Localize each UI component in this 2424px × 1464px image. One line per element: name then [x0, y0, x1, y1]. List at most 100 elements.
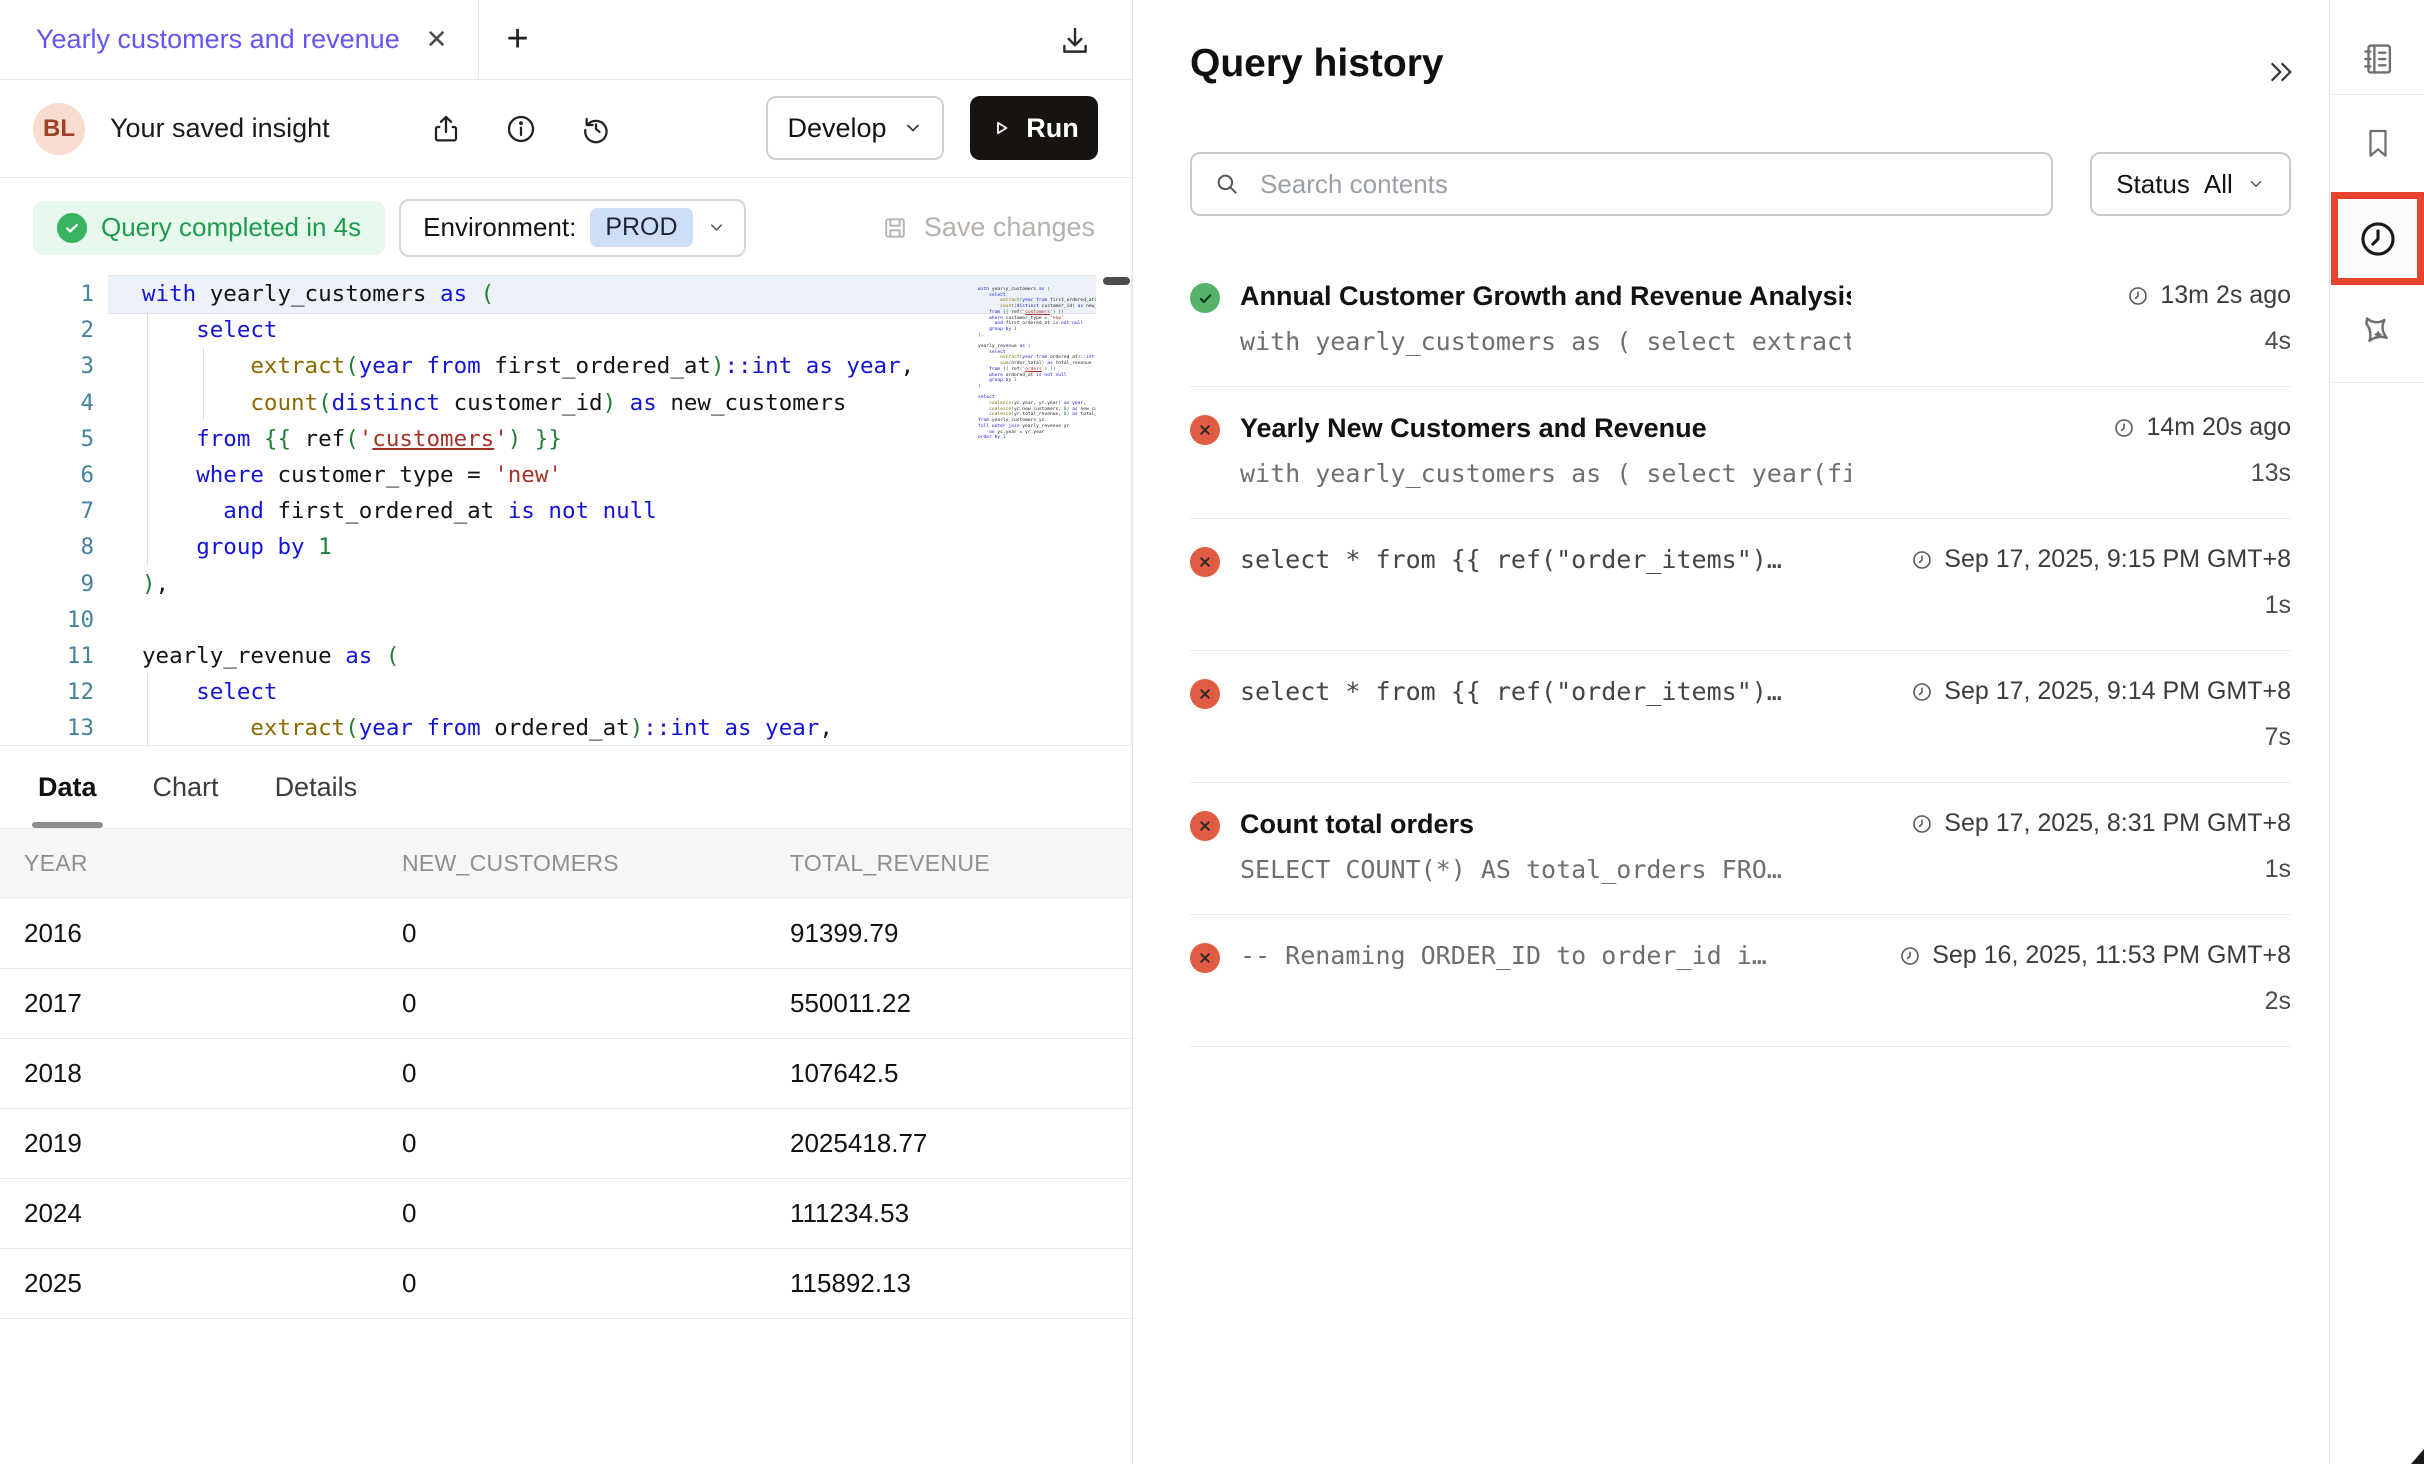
chevron-down-icon	[707, 218, 726, 237]
editor-divider	[1131, 275, 1132, 745]
table-cell: 2018	[24, 1058, 402, 1089]
query-timestamp: Sep 16, 2025, 11:53 PM GMT+8	[1871, 941, 2291, 970]
code-line[interactable]: extract(year from first_ordered_at)::int…	[142, 348, 914, 384]
query-duration: 4s	[1871, 327, 2291, 356]
panel-title: Query history	[1190, 42, 1444, 86]
code-line[interactable]: from {{ ref('customers') }}	[142, 421, 914, 457]
query-history-icon-highlighted[interactable]	[2331, 192, 2424, 285]
new-tab-button[interactable]: +	[479, 0, 557, 79]
table-cell: 0	[402, 918, 790, 949]
error-x-icon	[1190, 943, 1220, 973]
search-icon	[1214, 171, 1240, 197]
environment-selector[interactable]: Environment: PROD	[399, 199, 745, 257]
play-icon	[989, 116, 1013, 140]
line-number: 3	[0, 348, 94, 384]
code-line[interactable]	[142, 602, 914, 638]
tab-yearly-customers[interactable]: Yearly customers and revenue ✕	[0, 0, 479, 79]
run-button[interactable]: Run	[970, 96, 1098, 160]
code-line[interactable]: ),	[142, 566, 914, 602]
tab-chart[interactable]: Chart	[153, 746, 219, 828]
tab-title: Yearly customers and revenue	[36, 24, 400, 55]
code-line[interactable]: select	[142, 312, 914, 348]
table-header: YEAR NEW_CUSTOMERS TOTAL_REVENUE	[0, 828, 1132, 898]
code-line[interactable]: with yearly_customers as (	[142, 276, 914, 312]
tab-data[interactable]: Data	[38, 746, 97, 828]
develop-label: Develop	[787, 113, 886, 144]
tab-details[interactable]: Details	[275, 746, 358, 828]
table-row: 20250115892.13	[0, 1249, 1132, 1319]
line-number: 4	[0, 385, 94, 421]
share-icon[interactable]	[430, 113, 462, 145]
code-line[interactable]: select	[142, 674, 914, 710]
query-name: Count total orders	[1240, 809, 1851, 840]
save-changes-label: Save changes	[924, 212, 1095, 243]
column-new-customers: NEW_CUSTOMERS	[402, 850, 790, 877]
status-filter[interactable]: Status All	[2090, 152, 2291, 216]
table-cell: 2024	[24, 1198, 402, 1229]
line-number: 2	[0, 312, 94, 348]
table-cell: 2025418.77	[790, 1128, 1132, 1159]
query-history-item[interactable]: select * from {{ ref("order_items")… Sep…	[1190, 651, 2291, 783]
code-line[interactable]: extract(year from ordered_at)::int as ye…	[142, 710, 914, 745]
check-circle-icon	[57, 213, 87, 243]
search-input[interactable]	[1258, 168, 2029, 201]
table-cell: 111234.53	[790, 1198, 1132, 1229]
clock-icon	[1898, 944, 1922, 968]
line-number: 9	[0, 566, 94, 602]
query-duration: 7s	[1871, 723, 2291, 752]
table-row: 20170550011.22	[0, 969, 1132, 1039]
tab-close-icon[interactable]: ✕	[426, 24, 448, 55]
code-line[interactable]: group by 1	[142, 529, 914, 565]
bookmark-icon[interactable]	[2330, 108, 2424, 178]
error-x-icon	[1190, 547, 1220, 577]
query-sql-title: select * from {{ ref("order_items")…	[1240, 545, 1851, 574]
line-number: 7	[0, 493, 94, 529]
notebook-icon[interactable]	[2330, 24, 2424, 94]
search-box[interactable]	[1190, 152, 2053, 216]
query-history-item[interactable]: -- Renaming ORDER_ID to order_id i… Sep …	[1190, 915, 2291, 1047]
download-icon[interactable]	[1058, 24, 1092, 58]
query-duration: 2s	[1871, 987, 2291, 1016]
tab-bar: Yearly customers and revenue ✕ +	[0, 0, 1132, 80]
query-history-item[interactable]: Annual Customer Growth and Revenue Analy…	[1190, 255, 2291, 387]
line-number: 12	[0, 674, 94, 710]
query-name: Yearly New Customers and Revenue	[1240, 413, 1851, 444]
insight-title: Your saved insight	[110, 113, 330, 144]
code-line[interactable]: and first_ordered_at is not null	[142, 493, 914, 529]
table-cell: 0	[402, 1268, 790, 1299]
collapse-panel-icon[interactable]	[2265, 56, 2297, 88]
code-line[interactable]: count(distinct customer_id) as new_custo…	[142, 385, 914, 421]
query-name: Annual Customer Growth and Revenue Analy…	[1240, 281, 1851, 312]
table-cell: 0	[402, 1058, 790, 1089]
line-number: 8	[0, 529, 94, 565]
chevron-down-icon	[2247, 175, 2265, 193]
query-history-item[interactable]: select * from {{ ref("order_items")… Sep…	[1190, 519, 2291, 651]
line-number: 13	[0, 710, 94, 745]
compass-icon[interactable]	[2330, 298, 2424, 368]
table-cell: 2016	[24, 918, 402, 949]
develop-button[interactable]: Develop	[766, 96, 944, 160]
result-tabs: Data Chart Details	[0, 745, 1132, 828]
clock-icon	[1910, 680, 1934, 704]
status-filter-label: Status	[2116, 169, 2190, 200]
editor-scrollbar-thumb[interactable]	[1103, 277, 1130, 285]
table-cell: 0	[402, 988, 790, 1019]
query-sql-preview: SELECT COUNT(*) AS total_orders FRO…	[1240, 855, 1851, 884]
minimap[interactable]: with yearly_customers as ( select extrac…	[978, 287, 1096, 441]
column-year: YEAR	[24, 850, 402, 877]
query-history-item[interactable]: Yearly New Customers and Revenue with ye…	[1190, 387, 2291, 519]
query-history-item[interactable]: Count total orders SELECT COUNT(*) AS to…	[1190, 783, 2291, 915]
query-sql-title: select * from {{ ref("order_items")…	[1240, 677, 1851, 706]
code-line[interactable]: where customer_type = 'new'	[142, 457, 914, 493]
sql-editor[interactable]: 12345678910111213 with yearly_customers …	[0, 275, 1132, 745]
save-changes-button[interactable]: Save changes	[881, 212, 1095, 243]
line-number: 11	[0, 638, 94, 674]
code-lines[interactable]: with yearly_customers as ( select extrac…	[142, 276, 914, 745]
error-x-icon	[1190, 811, 1220, 841]
query-timestamp: Sep 17, 2025, 9:15 PM GMT+8	[1871, 545, 2291, 574]
query-duration: 1s	[1871, 591, 2291, 620]
table-cell: 115892.13	[790, 1268, 1132, 1299]
code-line[interactable]: yearly_revenue as (	[142, 638, 914, 674]
info-icon[interactable]	[505, 113, 537, 145]
version-history-icon[interactable]	[580, 113, 612, 145]
